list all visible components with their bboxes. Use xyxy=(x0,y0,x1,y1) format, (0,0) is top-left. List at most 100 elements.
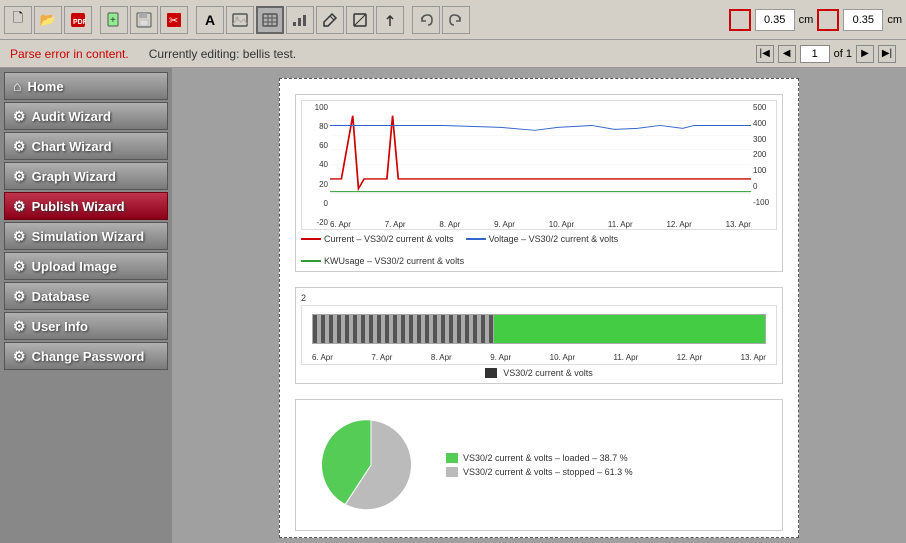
bar-chart-legend: VS30/2 current & volts xyxy=(301,368,777,378)
toolbar-right: cm cm xyxy=(729,9,902,31)
sidebar-item-audit-label: Audit Wizard xyxy=(32,109,111,124)
line-chart-area: 100806040200-20 5004003002001000-100 xyxy=(301,100,777,230)
chart-wizard-icon: ⚙ xyxy=(13,138,26,155)
sidebar-item-changepass-label: Change Password xyxy=(32,349,145,364)
sidebar-item-chart-wizard[interactable]: ⚙ Chart Wizard xyxy=(4,132,168,160)
width-input[interactable] xyxy=(755,9,795,31)
sidebar-item-graph-label: Graph Wizard xyxy=(32,169,116,184)
line-chart-plot xyxy=(330,106,751,213)
sidebar-item-user-info[interactable]: ⚙ User Info xyxy=(4,312,168,340)
statusbar: Parse error in content. Currently editin… xyxy=(0,40,906,68)
svg-text:PDF: PDF xyxy=(73,19,86,26)
image-tool-button[interactable] xyxy=(226,6,254,34)
bar-row xyxy=(312,314,766,344)
bar-chart-container: 2 6. Apr7. Apr8. Apr9. Apr10. Apr11. Apr… xyxy=(295,287,783,384)
legend-kwusage: KWUsage – VS30/2 current & volts xyxy=(301,256,464,266)
last-page-button[interactable]: ▶| xyxy=(878,45,896,63)
toolbar: 🗋 📂 PDF + ✂ A cm cm xyxy=(0,0,906,40)
sidebar-item-graph-wizard[interactable]: ⚙ Graph Wizard xyxy=(4,162,168,190)
loaded-color-box xyxy=(446,453,458,463)
sidebar-item-upload-label: Upload Image xyxy=(32,259,117,274)
legend-bar: VS30/2 current & volts xyxy=(485,368,593,378)
line-chart-legend: Current – VS30/2 current & volts Voltage… xyxy=(301,234,777,266)
legend-kwusage-label: KWUsage – VS30/2 current & volts xyxy=(324,256,464,266)
page-canvas: 100806040200-20 5004003002001000-100 xyxy=(279,78,799,538)
arrow-tool-button[interactable] xyxy=(376,6,404,34)
prev-page-button[interactable]: ◀ xyxy=(778,45,796,63)
delete-button[interactable]: ✂ xyxy=(160,6,188,34)
width-unit-label: cm xyxy=(799,14,814,26)
sidebar-item-database-label: Database xyxy=(32,289,90,304)
text-tool-button[interactable]: A xyxy=(196,6,224,34)
upload-image-icon: ⚙ xyxy=(13,258,26,275)
pie-chart-svg xyxy=(311,415,431,515)
sidebar-item-audit-wizard[interactable]: ⚙ Audit Wizard xyxy=(4,102,168,130)
legend-voltage-label: Voltage – VS30/2 current & volts xyxy=(489,234,619,244)
sidebar-item-database[interactable]: ⚙ Database xyxy=(4,282,168,310)
page-of-label: of 1 xyxy=(834,48,852,60)
line-chart-container: 100806040200-20 5004003002001000-100 xyxy=(295,94,783,272)
bar-chart-y-label: 2 xyxy=(301,293,777,305)
save-pdf-button[interactable]: PDF xyxy=(64,6,92,34)
publish-wizard-icon: ⚙ xyxy=(13,198,26,215)
sidebar-item-change-password[interactable]: ⚙ Change Password xyxy=(4,342,168,370)
open-file-button[interactable]: 📂 xyxy=(34,6,62,34)
home-icon: ⌂ xyxy=(13,78,21,94)
sidebar-item-publish-label: Publish Wizard xyxy=(32,199,125,214)
change-password-icon: ⚙ xyxy=(13,348,26,365)
table-tool-button[interactable] xyxy=(256,6,284,34)
bar-x-axis: 6. Apr7. Apr8. Apr9. Apr10. Apr11. Apr12… xyxy=(312,353,766,362)
new-file-button[interactable]: 🗋 xyxy=(4,6,32,34)
bar-segment-green xyxy=(494,315,765,343)
y-axis-right: 5004003002001000-100 xyxy=(751,101,776,209)
pie-legend-loaded-label: VS30/2 current & volts – loaded – 38.7 % xyxy=(463,453,628,463)
height-input[interactable] xyxy=(843,9,883,31)
sidebar-item-simulation-wizard[interactable]: ⚙ Simulation Wizard xyxy=(4,222,168,250)
pie-legend-stopped-label: VS30/2 current & volts – stopped – 61.3 … xyxy=(463,467,633,477)
sidebar-item-publish-wizard[interactable]: ⚙ Publish Wizard xyxy=(4,192,168,220)
undo-button[interactable] xyxy=(412,6,440,34)
sidebar-item-chart-label: Chart Wizard xyxy=(32,139,112,154)
color-border-box2 xyxy=(817,9,839,31)
redo-button[interactable] xyxy=(442,6,470,34)
audit-wizard-icon: ⚙ xyxy=(13,108,26,125)
shape-tool-button[interactable] xyxy=(346,6,374,34)
error-text: Parse error in content. xyxy=(10,47,129,61)
user-info-icon: ⚙ xyxy=(13,318,26,335)
pie-legend: VS30/2 current & volts – loaded – 38.7 %… xyxy=(446,453,633,477)
main-layout: ⌂ Home ⚙ Audit Wizard ⚙ Chart Wizard ⚙ G… xyxy=(0,68,906,543)
pie-legend-loaded: VS30/2 current & volts – loaded – 38.7 % xyxy=(446,453,633,463)
add-page-button[interactable]: + xyxy=(100,6,128,34)
legend-current: Current – VS30/2 current & volts xyxy=(301,234,454,244)
legend-voltage: Voltage – VS30/2 current & volts xyxy=(466,234,619,244)
sidebar-item-home[interactable]: ⌂ Home xyxy=(4,72,168,100)
simulation-wizard-icon: ⚙ xyxy=(13,228,26,245)
next-page-button[interactable]: ▶ xyxy=(856,45,874,63)
database-icon: ⚙ xyxy=(13,288,26,305)
sidebar-item-home-label: Home xyxy=(27,79,63,94)
page-navigation: |◀ ◀ of 1 ▶ ▶| xyxy=(756,45,896,63)
sidebar: ⌂ Home ⚙ Audit Wizard ⚙ Chart Wizard ⚙ G… xyxy=(0,68,172,543)
legend-current-label: Current – VS30/2 current & volts xyxy=(324,234,454,244)
sidebar-item-simulation-label: Simulation Wizard xyxy=(32,229,145,244)
bar-segment-gray xyxy=(313,315,494,343)
sidebar-item-upload-image[interactable]: ⚙ Upload Image xyxy=(4,252,168,280)
color-border-box xyxy=(729,9,751,31)
paint-tool-button[interactable] xyxy=(316,6,344,34)
first-page-button[interactable]: |◀ xyxy=(756,45,774,63)
save-button[interactable] xyxy=(130,6,158,34)
pie-chart-area: VS30/2 current & volts – loaded – 38.7 %… xyxy=(301,405,777,525)
height-unit-label: cm xyxy=(887,14,902,26)
svg-text:✂: ✂ xyxy=(169,15,178,27)
page-number-input[interactable] xyxy=(800,45,830,63)
pie-chart-container: VS30/2 current & volts – loaded – 38.7 %… xyxy=(295,399,783,531)
graph-wizard-icon: ⚙ xyxy=(13,168,26,185)
legend-bar-label: VS30/2 current & volts xyxy=(503,368,593,378)
y-axis-left: 100806040200-20 xyxy=(302,101,330,229)
chart-tool-button[interactable] xyxy=(286,6,314,34)
content-area: 100806040200-20 5004003002001000-100 xyxy=(172,68,906,543)
stopped-color-box xyxy=(446,467,458,477)
svg-text:+: + xyxy=(110,15,116,26)
bar-chart-area: 6. Apr7. Apr8. Apr9. Apr10. Apr11. Apr12… xyxy=(301,305,777,365)
pie-legend-stopped: VS30/2 current & volts – stopped – 61.3 … xyxy=(446,467,633,477)
